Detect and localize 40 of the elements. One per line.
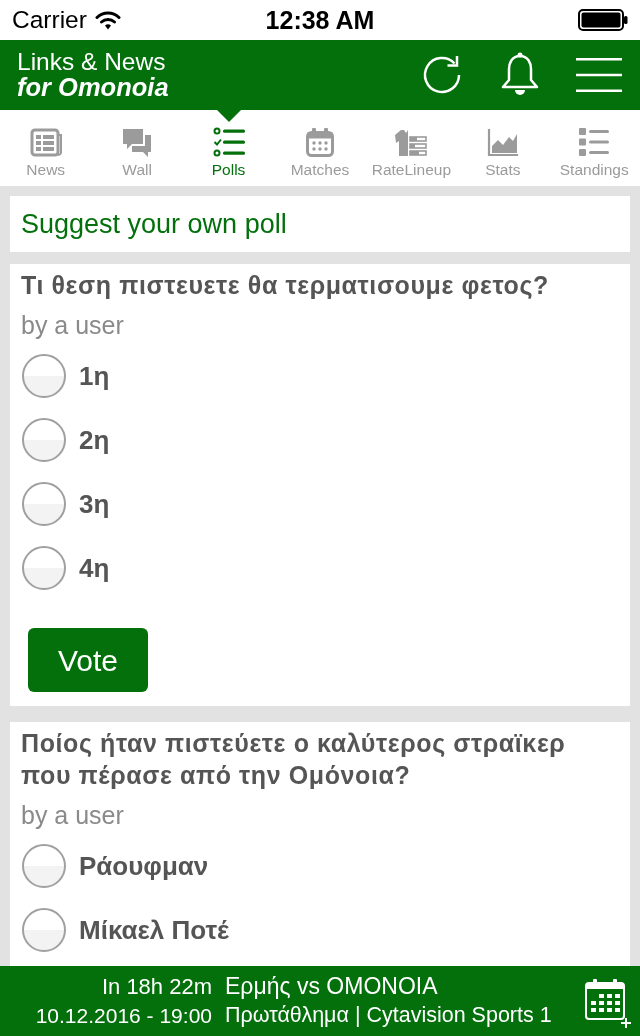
bell-icon [500, 52, 540, 98]
radio-button[interactable] [22, 418, 66, 462]
carrier-name: Carrier [12, 6, 87, 34]
option-label[interactable]: Ράουφμαν [79, 851, 209, 881]
radio-button[interactable] [22, 354, 66, 398]
poll-author: by a user [21, 800, 125, 831]
option-label[interactable]: 1η [79, 361, 110, 391]
checklist-icon [211, 126, 246, 158]
poll-question: Τι θεση πιστευετε θα τερματισουμε φετος? [21, 270, 550, 301]
status-time: 12:38 AM [265, 6, 375, 34]
next-match-bar[interactable]: In 18h 22m 10.12.2016 - 19:00 Ερμής vs ΟΜΟΝΟΙΑ Πρωτάθλημα | Cytavision Sports 1 [0, 966, 640, 1036]
numbered-list-icon [577, 126, 612, 158]
option-label[interactable]: 4η [79, 553, 110, 583]
poll-question: Ποίος ήταν πιστεύετε ο καλύτερος στραϊκερ που πέρασε από την Ομόνοια? [21, 728, 567, 791]
radio-button[interactable] [22, 482, 66, 526]
menu-icon [576, 57, 622, 93]
suggest-poll-link[interactable]: Suggest your own poll [21, 208, 287, 240]
option-label[interactable]: 3η [79, 489, 110, 519]
menu-button[interactable] [576, 57, 622, 93]
app-title: Links & News [17, 49, 167, 74]
vote-button[interactable]: Vote [28, 628, 148, 692]
wifi-icon [94, 10, 121, 30]
option-label[interactable]: Μίκαελ Ποτέ [79, 915, 229, 945]
notifications-button[interactable] [500, 52, 540, 98]
battery-icon [578, 9, 628, 31]
radio-button[interactable] [22, 546, 66, 590]
radio-button[interactable] [22, 908, 66, 952]
newspaper-icon [28, 126, 63, 158]
match-countdown: In 18h 22m [101, 973, 212, 1001]
calendar-add-icon [584, 978, 632, 1030]
tab[interactable]: Polls [182, 110, 275, 186]
match-teams: Ερμής vs ΟΜΟΝΟΙΑ [225, 972, 438, 1001]
match-details: Πρωτάθλημα | Cytavision Sports 1 [225, 1002, 552, 1029]
app-subtitle: for Omonoia [17, 74, 169, 101]
radio-button[interactable] [22, 844, 66, 888]
add-to-calendar-button[interactable] [584, 978, 632, 1030]
area-chart-icon [485, 126, 520, 158]
poll-author: by a user [21, 310, 125, 341]
match-datetime: 10.12.2016 - 19:00 [35, 1003, 212, 1029]
option-label[interactable]: 2η [79, 425, 110, 455]
